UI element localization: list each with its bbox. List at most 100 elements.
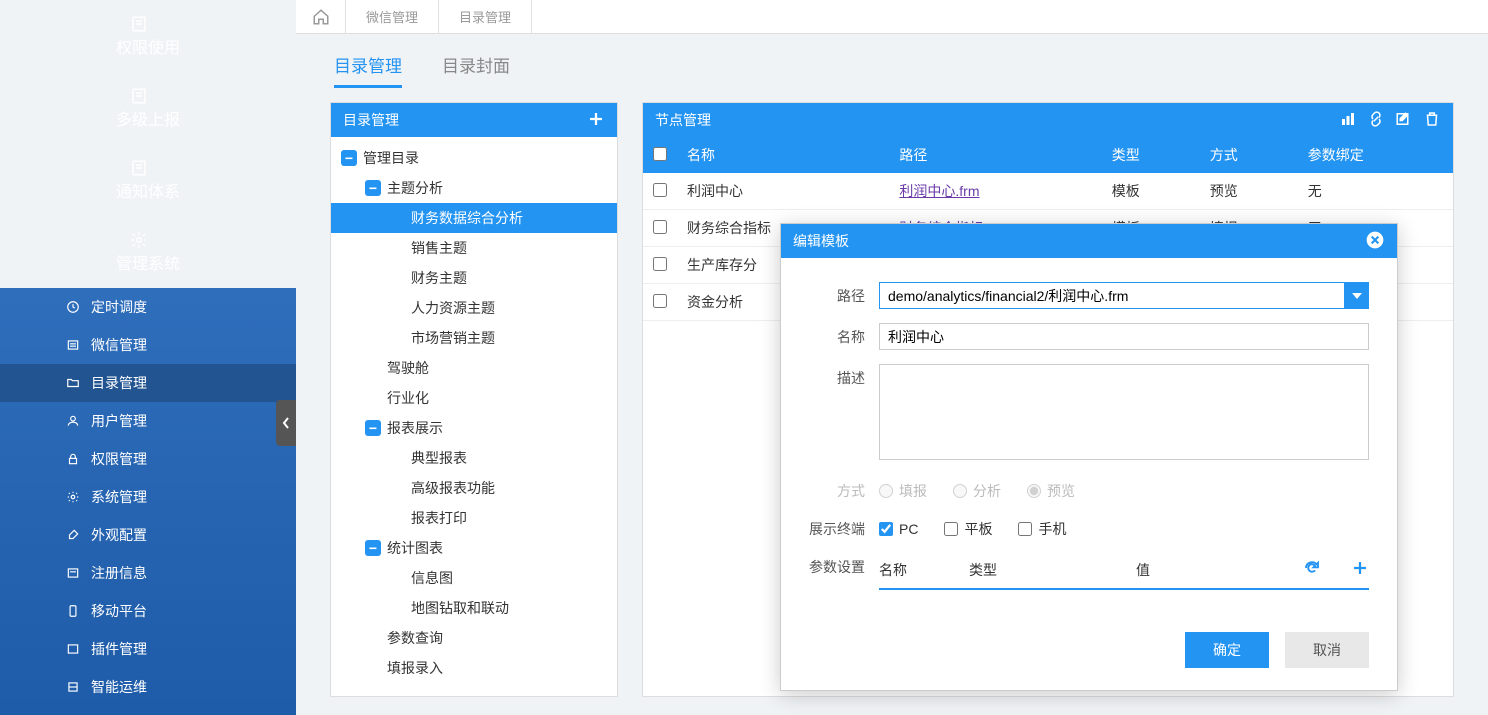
param-col-name: 名称 [879,560,969,580]
sidebar-item-mobile[interactable]: 移动平台 [0,592,296,630]
collapse-icon[interactable] [365,420,381,436]
tree-node-label: 参数查询 [387,628,443,648]
list-icon [65,641,81,657]
tree-node[interactable]: 市场营销主题 [331,323,617,353]
collapse-icon[interactable] [365,540,381,556]
tree-node-label: 销售主题 [411,238,467,258]
tree-node[interactable]: 地图钻取和联动 [331,593,617,623]
sidebar-item-memory[interactable]: 内存管理 [0,706,296,715]
sidebar-label: 管理系统 [116,250,180,274]
box-icon [65,679,81,695]
chart-icon[interactable] [1339,110,1357,131]
tree-node[interactable]: 统计图表 [331,533,617,563]
sidebar-item-wechat[interactable]: 微信管理 [0,326,296,364]
tree-node[interactable]: 填报录入 [331,653,617,683]
col-name: 名称 [677,137,889,173]
delete-icon[interactable] [1423,110,1441,131]
select-all-checkbox[interactable] [653,147,667,161]
sidebar-label: 权限使用 [116,34,180,58]
sidebar-item-permission[interactable]: 权限管理 [0,440,296,478]
sidebar-collapse-handle[interactable] [276,400,296,446]
sidebar-item-user[interactable]: 用户管理 [0,402,296,440]
tab-home[interactable] [296,0,346,33]
row-checkbox[interactable] [653,257,667,271]
tree-node-label: 地图钻取和联动 [411,598,509,618]
row-checkbox[interactable] [653,220,667,234]
cancel-button[interactable]: 取消 [1285,632,1369,668]
sidebar-item-schedule[interactable]: 定时调度 [0,288,296,326]
sidebar-item-plugin[interactable]: 插件管理 [0,630,296,668]
row-checkbox[interactable] [653,183,667,197]
tree-node[interactable]: 信息图 [331,563,617,593]
sidebar-label: 系统管理 [91,487,147,507]
radio-fill: 填报 [879,481,927,501]
tree-node[interactable]: 参数查询 [331,623,617,653]
tree-node[interactable]: 行业化 [331,383,617,413]
sidebar-label: 智能运维 [91,677,147,697]
sidebar-item-ops[interactable]: 智能运维 [0,668,296,706]
check-tablet[interactable]: 平板 [944,519,992,539]
path-dropdown-button[interactable] [1345,282,1369,309]
user-icon [65,413,81,429]
sidebar-item-register[interactable]: 注册信息 [0,554,296,592]
sidebar-label: 通知体系 [116,178,180,202]
sidebar-item-directory[interactable]: 目录管理 [0,364,296,402]
tree-node[interactable]: 财务主题 [331,263,617,293]
edit-icon[interactable] [1395,110,1413,131]
ok-button[interactable]: 确定 [1185,632,1269,668]
link-icon[interactable] [1367,110,1385,131]
list-icon [65,565,81,581]
close-icon[interactable] [1365,230,1385,253]
name-input[interactable] [879,323,1369,350]
cell-name: 利润中心 [677,173,889,210]
sidebar-item-admin-system[interactable]: 管理系统 [0,216,296,288]
tree-node-label: 填报录入 [387,658,443,678]
tree-node[interactable]: 报表展示 [331,413,617,443]
tree-node-label: 人力资源主题 [411,298,495,318]
add-param-icon[interactable] [1351,559,1369,580]
row-checkbox[interactable] [653,294,667,308]
sidebar-label: 权限管理 [91,449,147,469]
subtab-directory-manage[interactable]: 目录管理 [334,52,402,88]
check-phone[interactable]: 手机 [1018,519,1066,539]
sidebar-label: 插件管理 [91,639,147,659]
collapse-icon[interactable] [341,150,357,166]
sidebar-label: 用户管理 [91,411,147,431]
tree-node[interactable]: 销售主题 [331,233,617,263]
path-input[interactable] [879,282,1345,309]
collapse-icon[interactable] [365,180,381,196]
tab-bar: 微信管理 目录管理 [296,0,1488,34]
cell-mode: 预览 [1200,173,1298,210]
table-row[interactable]: 利润中心 利润中心.frm 模板 预览 无 [643,173,1453,210]
tab-directory[interactable]: 目录管理 [439,0,532,33]
radio-preview: 预览 [1027,481,1075,501]
subtab-directory-cover[interactable]: 目录封面 [442,52,510,88]
tree-node[interactable]: 主题分析 [331,173,617,203]
tree-node[interactable]: 驾驶舱 [331,353,617,383]
tree-node[interactable]: 报表打印 [331,503,617,533]
clock-icon [65,299,81,315]
modal-header[interactable]: 编辑模板 [781,224,1397,258]
node-panel-header: 节点管理 [643,103,1453,137]
param-col-type: 类型 [969,560,1136,580]
tree-node[interactable]: 高级报表功能 [331,473,617,503]
sidebar-item-multi-report[interactable]: 多级上报 [0,72,296,144]
tree-body[interactable]: 管理目录主题分析财务数据综合分析销售主题财务主题人力资源主题市场营销主题驾驶舱行… [331,137,617,696]
check-pc[interactable]: PC [879,521,918,537]
tree-node[interactable]: 财务数据综合分析 [331,203,617,233]
list-icon [65,337,81,353]
tree-node[interactable]: 管理目录 [331,143,617,173]
tree-node[interactable]: 典型报表 [331,443,617,473]
label-path: 路径 [809,282,879,306]
desc-textarea[interactable] [879,364,1369,460]
refresh-icon[interactable] [1303,559,1321,580]
path-link[interactable]: 利润中心.frm [899,183,979,199]
tab-wechat[interactable]: 微信管理 [346,0,439,33]
sidebar-item-permission-use[interactable]: 权限使用 [0,0,296,72]
node-panel-title: 节点管理 [655,110,1339,130]
sidebar-item-appearance[interactable]: 外观配置 [0,516,296,554]
sidebar-item-notification[interactable]: 通知体系 [0,144,296,216]
add-icon[interactable] [587,110,605,131]
tree-node[interactable]: 人力资源主题 [331,293,617,323]
sidebar-item-system[interactable]: 系统管理 [0,478,296,516]
